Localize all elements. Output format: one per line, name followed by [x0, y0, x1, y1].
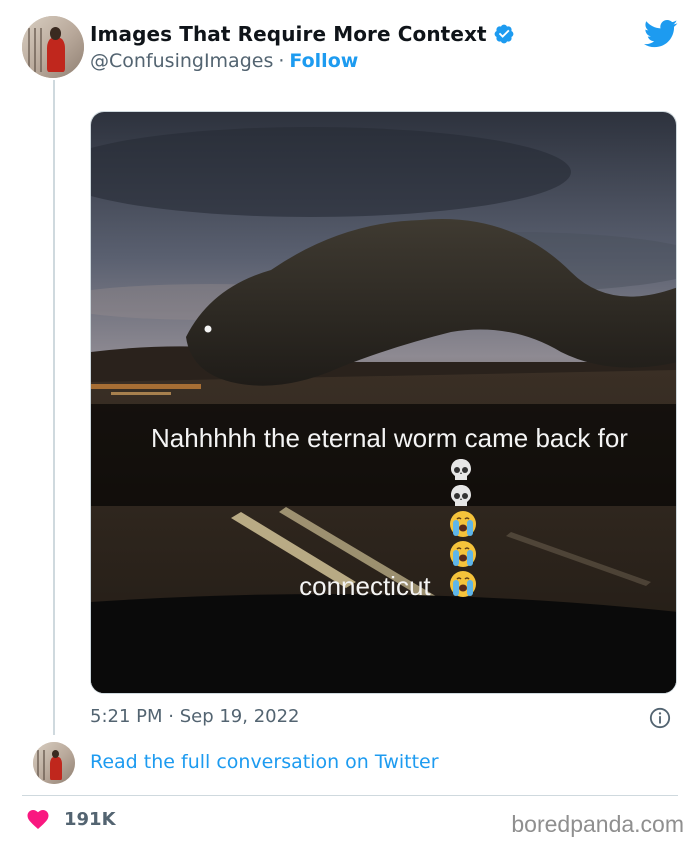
- info-icon[interactable]: [649, 707, 671, 729]
- loudly-crying-face-icon: [449, 511, 476, 537]
- caption-line-2-row: connecticut: [103, 457, 676, 605]
- skull-emoji-icon: [450, 459, 471, 480]
- skull-emoji-icon: [450, 485, 471, 506]
- likes-count: 191K: [64, 808, 116, 830]
- handle-row: @ConfusingImages · Follow: [90, 50, 358, 72]
- caption-emojis: [448, 457, 480, 599]
- twitter-bird-icon[interactable]: [644, 19, 678, 49]
- read-conversation-link[interactable]: Read the full conversation on Twitter: [90, 751, 439, 773]
- separator-dot: ·: [278, 50, 285, 72]
- heart-icon[interactable]: [26, 808, 50, 830]
- caption-line-1: Nahhhhh the eternal worm came back for: [151, 423, 628, 453]
- footer-divider: [22, 795, 678, 796]
- tweet-media-image[interactable]: Nahhhhh the eternal worm came back for c…: [90, 111, 677, 694]
- media-caption: Nahhhhh the eternal worm came back for c…: [103, 419, 676, 605]
- author-handle[interactable]: @ConfusingImages: [90, 50, 273, 72]
- caption-line-2: connecticut: [299, 571, 431, 601]
- loudly-crying-face-icon: [449, 541, 476, 567]
- reply-avatar[interactable]: [33, 742, 75, 784]
- loudly-crying-face-icon: [449, 571, 476, 597]
- boredpanda-watermark: boredpanda.com: [511, 811, 684, 837]
- verified-badge-icon: [494, 24, 514, 44]
- follow-button[interactable]: Follow: [289, 50, 358, 72]
- tweet-timestamp[interactable]: 5:21 PM · Sep 19, 2022: [90, 706, 300, 727]
- media-scene: [91, 112, 676, 693]
- thread-connector-line: [53, 80, 55, 735]
- author-name-row[interactable]: Images That Require More Context: [90, 22, 515, 46]
- author-name[interactable]: Images That Require More Context: [90, 22, 487, 46]
- likes-row[interactable]: 191K: [26, 808, 116, 830]
- author-avatar[interactable]: [22, 16, 84, 78]
